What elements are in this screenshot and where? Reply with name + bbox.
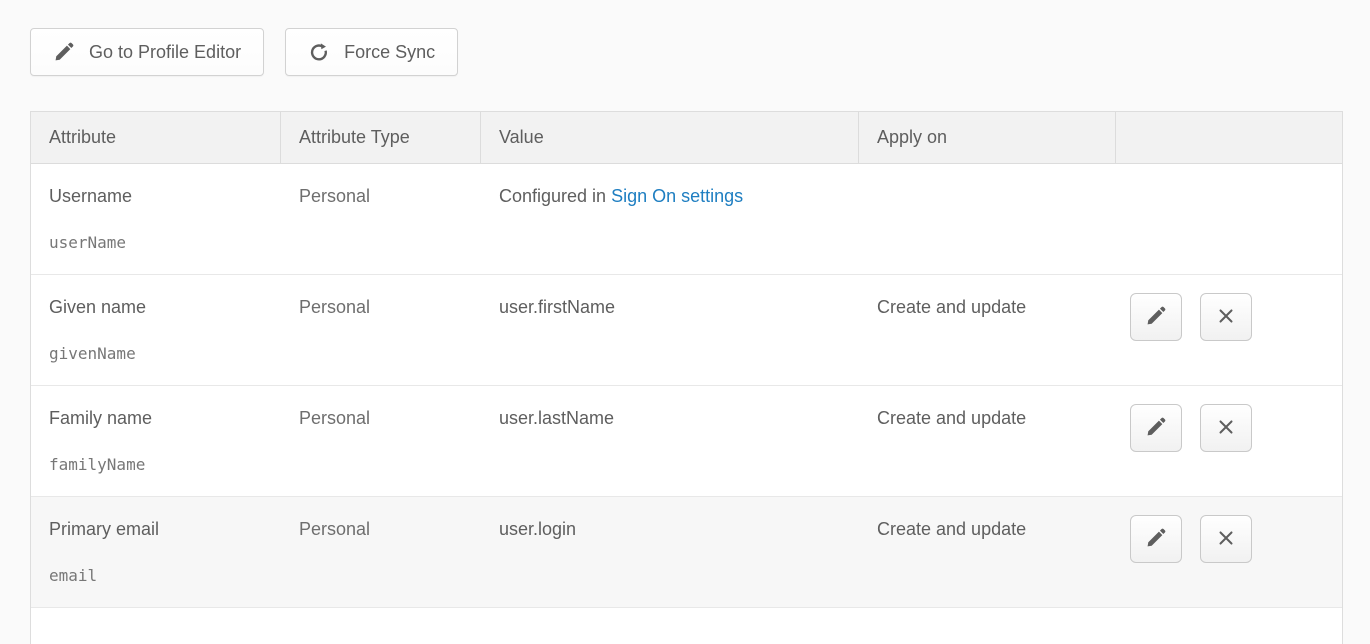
attribute-type-cell: Personal [281,164,481,274]
row-actions [1116,497,1342,607]
column-header-attribute-type: Attribute Type [281,112,481,163]
table-row: Family name familyName Personal user.las… [31,386,1342,497]
attribute-type-cell: Personal [281,386,481,496]
row-actions [1116,275,1342,385]
delete-attribute-button[interactable] [1200,404,1252,452]
apply-on-cell: Create and update [859,497,1116,607]
table-row: Given name givenName Personal user.first… [31,275,1342,386]
table-body: Username userName Personal Configured in… [31,164,1342,608]
table-header-row: Attribute Attribute Type Value Apply on [31,112,1342,164]
attribute-cell: Username userName [31,164,281,274]
force-sync-button[interactable]: Force Sync [285,28,458,76]
value-cell: user.firstName [481,275,859,385]
go-to-profile-editor-button[interactable]: Go to Profile Editor [30,28,264,76]
table-row: Username userName Personal Configured in… [31,164,1342,275]
attribute-variable-name: familyName [49,453,263,477]
attribute-mapping-table: Attribute Attribute Type Value Apply on … [30,111,1343,644]
table-row-partial [31,608,1342,644]
attribute-type-cell: Personal [281,497,481,607]
close-icon [1215,305,1237,330]
sign-on-settings-link[interactable]: Sign On settings [611,186,743,206]
pencil-icon [1145,416,1167,441]
apply-on-cell: Create and update [859,386,1116,496]
toolbar: Go to Profile Editor Force Sync [30,28,1370,76]
row-actions [1116,386,1342,496]
delete-attribute-button[interactable] [1200,293,1252,341]
close-icon [1215,527,1237,552]
attribute-cell: Primary email email [31,497,281,607]
edit-attribute-button[interactable] [1130,515,1182,563]
value-text: user.lastName [499,408,614,428]
table-row: Primary email email Personal user.login … [31,497,1342,608]
value-text: user.login [499,519,576,539]
attribute-variable-name: email [49,564,263,588]
attribute-cell: Given name givenName [31,275,281,385]
attribute-label: Primary email [49,517,263,541]
attribute-variable-name: givenName [49,342,263,366]
column-header-apply-on: Apply on [859,112,1116,163]
apply-on-cell: Create and update [859,275,1116,385]
column-header-actions [1116,112,1342,163]
column-header-attribute: Attribute [31,112,281,163]
attribute-label: Given name [49,295,263,319]
attribute-variable-name: userName [49,231,263,255]
value-text: user.firstName [499,297,615,317]
pencil-icon [1145,305,1167,330]
close-icon [1215,416,1237,441]
pencil-icon [1145,527,1167,552]
force-sync-label: Force Sync [344,42,435,63]
attribute-label: Username [49,184,263,208]
edit-attribute-button[interactable] [1130,293,1182,341]
edit-attribute-button[interactable] [1130,404,1182,452]
column-header-value: Value [481,112,859,163]
attribute-cell: Family name familyName [31,386,281,496]
apply-on-cell [859,164,1116,274]
value-cell: user.lastName [481,386,859,496]
attribute-label: Family name [49,406,263,430]
value-cell: Configured in Sign On settings [481,164,859,274]
delete-attribute-button[interactable] [1200,515,1252,563]
sync-icon [308,41,330,63]
pencil-icon [53,41,75,63]
attribute-type-cell: Personal [281,275,481,385]
value-prefix-text: Configured in [499,186,611,206]
go-to-profile-editor-label: Go to Profile Editor [89,42,241,63]
value-cell: user.login [481,497,859,607]
